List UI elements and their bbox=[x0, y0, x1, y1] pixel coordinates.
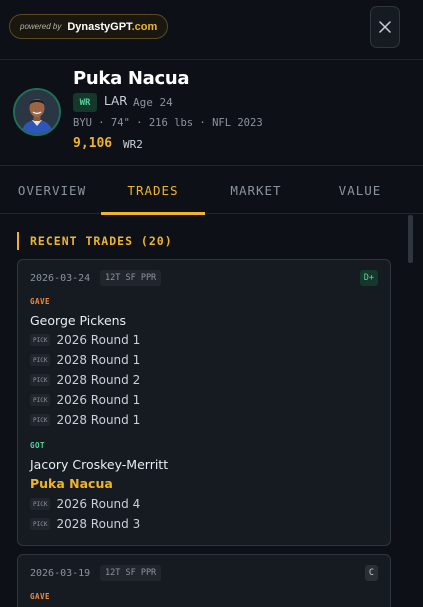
pick-label: 2028 Round 1 bbox=[56, 353, 141, 367]
trade-card[interactable]: 2026-03-24 12T SF PPR D+ GAVE George Pic… bbox=[17, 259, 391, 546]
tab-overview[interactable]: OVERVIEW bbox=[0, 167, 104, 214]
position-badge: WR bbox=[73, 93, 97, 112]
age-label: Age 24 bbox=[133, 96, 173, 109]
gave-pick: PICK 2026 Round 1 bbox=[30, 333, 140, 347]
pick-tag: PICK bbox=[30, 374, 51, 386]
got-player: Jacory Croskey-Merritt bbox=[30, 457, 169, 472]
tab-market[interactable]: MARKET bbox=[204, 167, 308, 214]
pick-tag: PICK bbox=[30, 518, 51, 530]
pick-tag: PICK bbox=[30, 354, 51, 366]
pick-label: 2028 Round 2 bbox=[56, 373, 141, 387]
gave-label: GAVE bbox=[30, 297, 51, 306]
got-pick: PICK 2026 Round 4 bbox=[30, 497, 140, 511]
pick-label: 2026 Round 4 bbox=[56, 497, 141, 511]
pick-tag: PICK bbox=[30, 414, 51, 426]
pick-tag: PICK bbox=[30, 334, 51, 346]
pick-tag: PICK bbox=[30, 394, 51, 406]
powered-by-badge[interactable]: powered by DynastyGPT.com bbox=[9, 14, 169, 39]
gave-player: George Pickens bbox=[30, 313, 127, 328]
pick-tag: PICK bbox=[30, 498, 51, 510]
trade-grade-badge: D+ bbox=[359, 270, 378, 286]
top-bar: powered by DynastyGPT.com bbox=[0, 0, 423, 60]
gave-pick: PICK 2028 Round 2 bbox=[30, 373, 140, 387]
player-bio: BYU · 74" · 216 lbs · NFL 2023 bbox=[73, 117, 263, 129]
team-label: LAR bbox=[104, 94, 128, 108]
pick-label: 2026 Round 1 bbox=[56, 393, 141, 407]
scrollbar[interactable] bbox=[408, 215, 413, 263]
pick-label: 2028 Round 1 bbox=[56, 413, 141, 427]
powered-by-text: powered by bbox=[20, 22, 62, 31]
close-icon bbox=[379, 21, 391, 33]
trade-date: 2026-03-24 bbox=[30, 273, 91, 284]
pick-label: 2026 Round 1 bbox=[56, 333, 141, 347]
got-label: GOT bbox=[30, 441, 46, 450]
dynasty-value: 9,106 bbox=[73, 136, 113, 151]
player-headshot bbox=[15, 90, 59, 134]
trade-date: 2026-03-19 bbox=[30, 568, 91, 579]
gave-label: GAVE bbox=[30, 592, 51, 601]
league-format-badge: 12T SF PPR bbox=[100, 270, 162, 286]
league-format-badge: 12T SF PPR bbox=[100, 565, 162, 581]
pick-label: 2028 Round 3 bbox=[56, 517, 141, 531]
close-button[interactable] bbox=[370, 6, 400, 48]
brand-logo: DynastyGPT.com bbox=[67, 21, 157, 33]
player-name: Puka Nacua bbox=[73, 68, 190, 89]
avatar bbox=[13, 88, 61, 136]
trade-grade-badge: C bbox=[364, 565, 378, 581]
section-title: RECENT TRADES (20) bbox=[17, 232, 173, 250]
got-player-highlighted: Puka Nacua bbox=[30, 476, 113, 491]
trade-card[interactable]: 2026-03-19 12T SF PPR C GAVE bbox=[17, 554, 391, 607]
player-profile: Puka Nacua WR LAR Age 24 BYU · 74" · 216… bbox=[0, 61, 423, 166]
tab-value[interactable]: VALUE bbox=[308, 167, 412, 214]
brand-domain: .com bbox=[131, 20, 158, 33]
trades-panel: RECENT TRADES (20) 2026-03-24 12T SF PPR… bbox=[0, 215, 408, 607]
gave-pick: PICK 2028 Round 1 bbox=[30, 413, 140, 427]
position-rank: WR2 bbox=[123, 138, 143, 151]
gave-pick: PICK 2028 Round 1 bbox=[30, 353, 140, 367]
tab-trades[interactable]: TRADES bbox=[101, 167, 205, 215]
brand-name: DynastyGPT bbox=[67, 20, 132, 33]
gave-pick: PICK 2026 Round 1 bbox=[30, 393, 140, 407]
tab-bar: OVERVIEW TRADES MARKET VALUE bbox=[0, 167, 423, 215]
got-pick: PICK 2028 Round 3 bbox=[30, 517, 140, 531]
